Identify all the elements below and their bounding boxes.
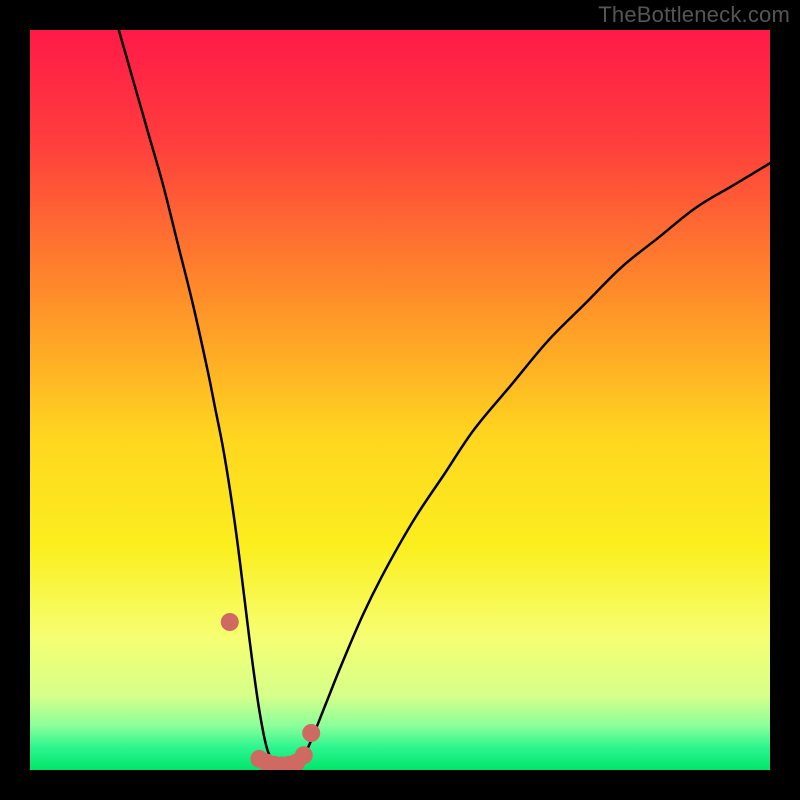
marker-dot <box>295 746 313 764</box>
watermark-label: TheBottleneck.com <box>598 2 790 28</box>
curve-layer <box>30 30 770 770</box>
bottleneck-curve <box>119 30 770 770</box>
marker-dot <box>221 613 239 631</box>
highlight-markers <box>221 613 320 770</box>
plot-area <box>30 30 770 770</box>
chart-frame: TheBottleneck.com <box>0 0 800 800</box>
marker-dot <box>302 724 320 742</box>
